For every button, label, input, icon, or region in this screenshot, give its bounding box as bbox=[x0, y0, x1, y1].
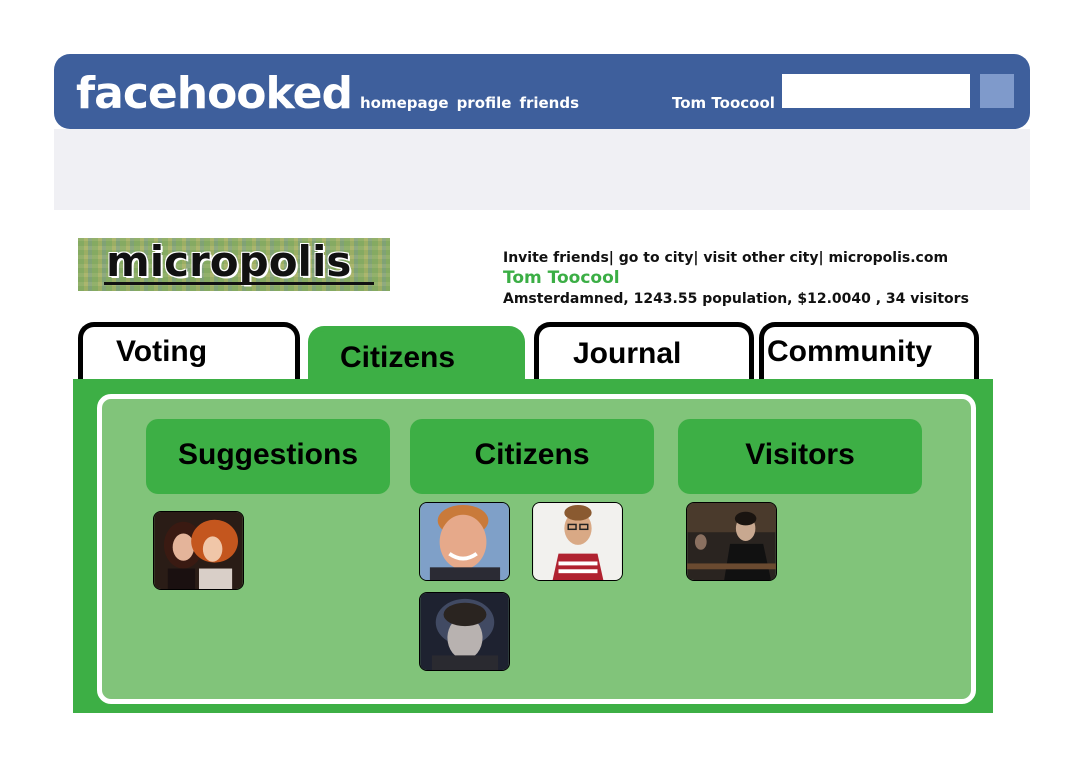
tab-community[interactable]: Community bbox=[759, 322, 979, 380]
city-stats: Amsterdamned, 1243.55 population, $12.00… bbox=[503, 291, 969, 307]
citizens-inner-panel: Suggestions Citizens Visitors bbox=[97, 394, 976, 704]
app-actions: Invite friends| go to city| visit other … bbox=[503, 250, 969, 266]
visitors-button[interactable]: Visitors bbox=[678, 419, 922, 494]
header-subbar bbox=[54, 129, 1030, 210]
citizen-avatar[interactable] bbox=[419, 502, 510, 581]
header-user-name[interactable]: Tom Toocool bbox=[672, 94, 775, 112]
two-women-photo bbox=[154, 512, 243, 589]
tab-citizens[interactable]: Citizens bbox=[308, 326, 525, 382]
city-info: Invite friends| go to city| visit other … bbox=[503, 250, 969, 307]
man-with-glasses-photo bbox=[533, 503, 622, 580]
top-nav: homepage profile friends bbox=[360, 94, 579, 112]
nav-profile[interactable]: profile bbox=[457, 94, 512, 112]
suggestion-avatar[interactable] bbox=[153, 511, 244, 590]
tab-voting[interactable]: Voting bbox=[78, 322, 300, 380]
micropolis-logo-text: micropolis bbox=[106, 238, 352, 286]
nav-homepage[interactable]: homepage bbox=[360, 94, 449, 112]
tab-community-label: Community bbox=[767, 335, 932, 368]
smoky-portrait-photo bbox=[420, 593, 509, 670]
suggestions-button[interactable]: Suggestions bbox=[146, 419, 390, 494]
micropolis-logo[interactable]: micropolis bbox=[78, 238, 390, 291]
visit-other-city-link[interactable]: visit other city| bbox=[703, 250, 823, 266]
smiling-man-photo bbox=[420, 503, 509, 580]
tab-voting-label: Voting bbox=[116, 335, 208, 368]
citizen-avatar[interactable] bbox=[419, 592, 510, 671]
search-button[interactable] bbox=[980, 74, 1014, 108]
facehooked-logo[interactable]: facehooked bbox=[76, 66, 353, 122]
man-in-bar-photo bbox=[687, 503, 776, 580]
facehooked-header: facehooked homepage profile friends Tom … bbox=[54, 54, 1030, 129]
tab-citizens-label: Citizens bbox=[340, 341, 456, 374]
visitor-avatar[interactable] bbox=[686, 502, 777, 581]
search-input[interactable] bbox=[782, 74, 970, 108]
citizen-avatar[interactable] bbox=[532, 502, 623, 581]
go-to-city-link[interactable]: go to city| bbox=[619, 250, 699, 266]
citizens-panel: Suggestions Citizens Visitors bbox=[73, 379, 993, 713]
logo-underline bbox=[104, 282, 374, 285]
invite-friends-link[interactable]: Invite friends| bbox=[503, 250, 614, 266]
tab-journal-label: Journal bbox=[573, 337, 682, 370]
tab-journal[interactable]: Journal bbox=[534, 322, 754, 380]
citizens-button[interactable]: Citizens bbox=[410, 419, 654, 494]
profile-name[interactable]: Tom Toocool bbox=[503, 268, 969, 288]
micropolis-com-link[interactable]: micropolis.com bbox=[828, 250, 948, 266]
nav-friends[interactable]: friends bbox=[519, 94, 579, 112]
